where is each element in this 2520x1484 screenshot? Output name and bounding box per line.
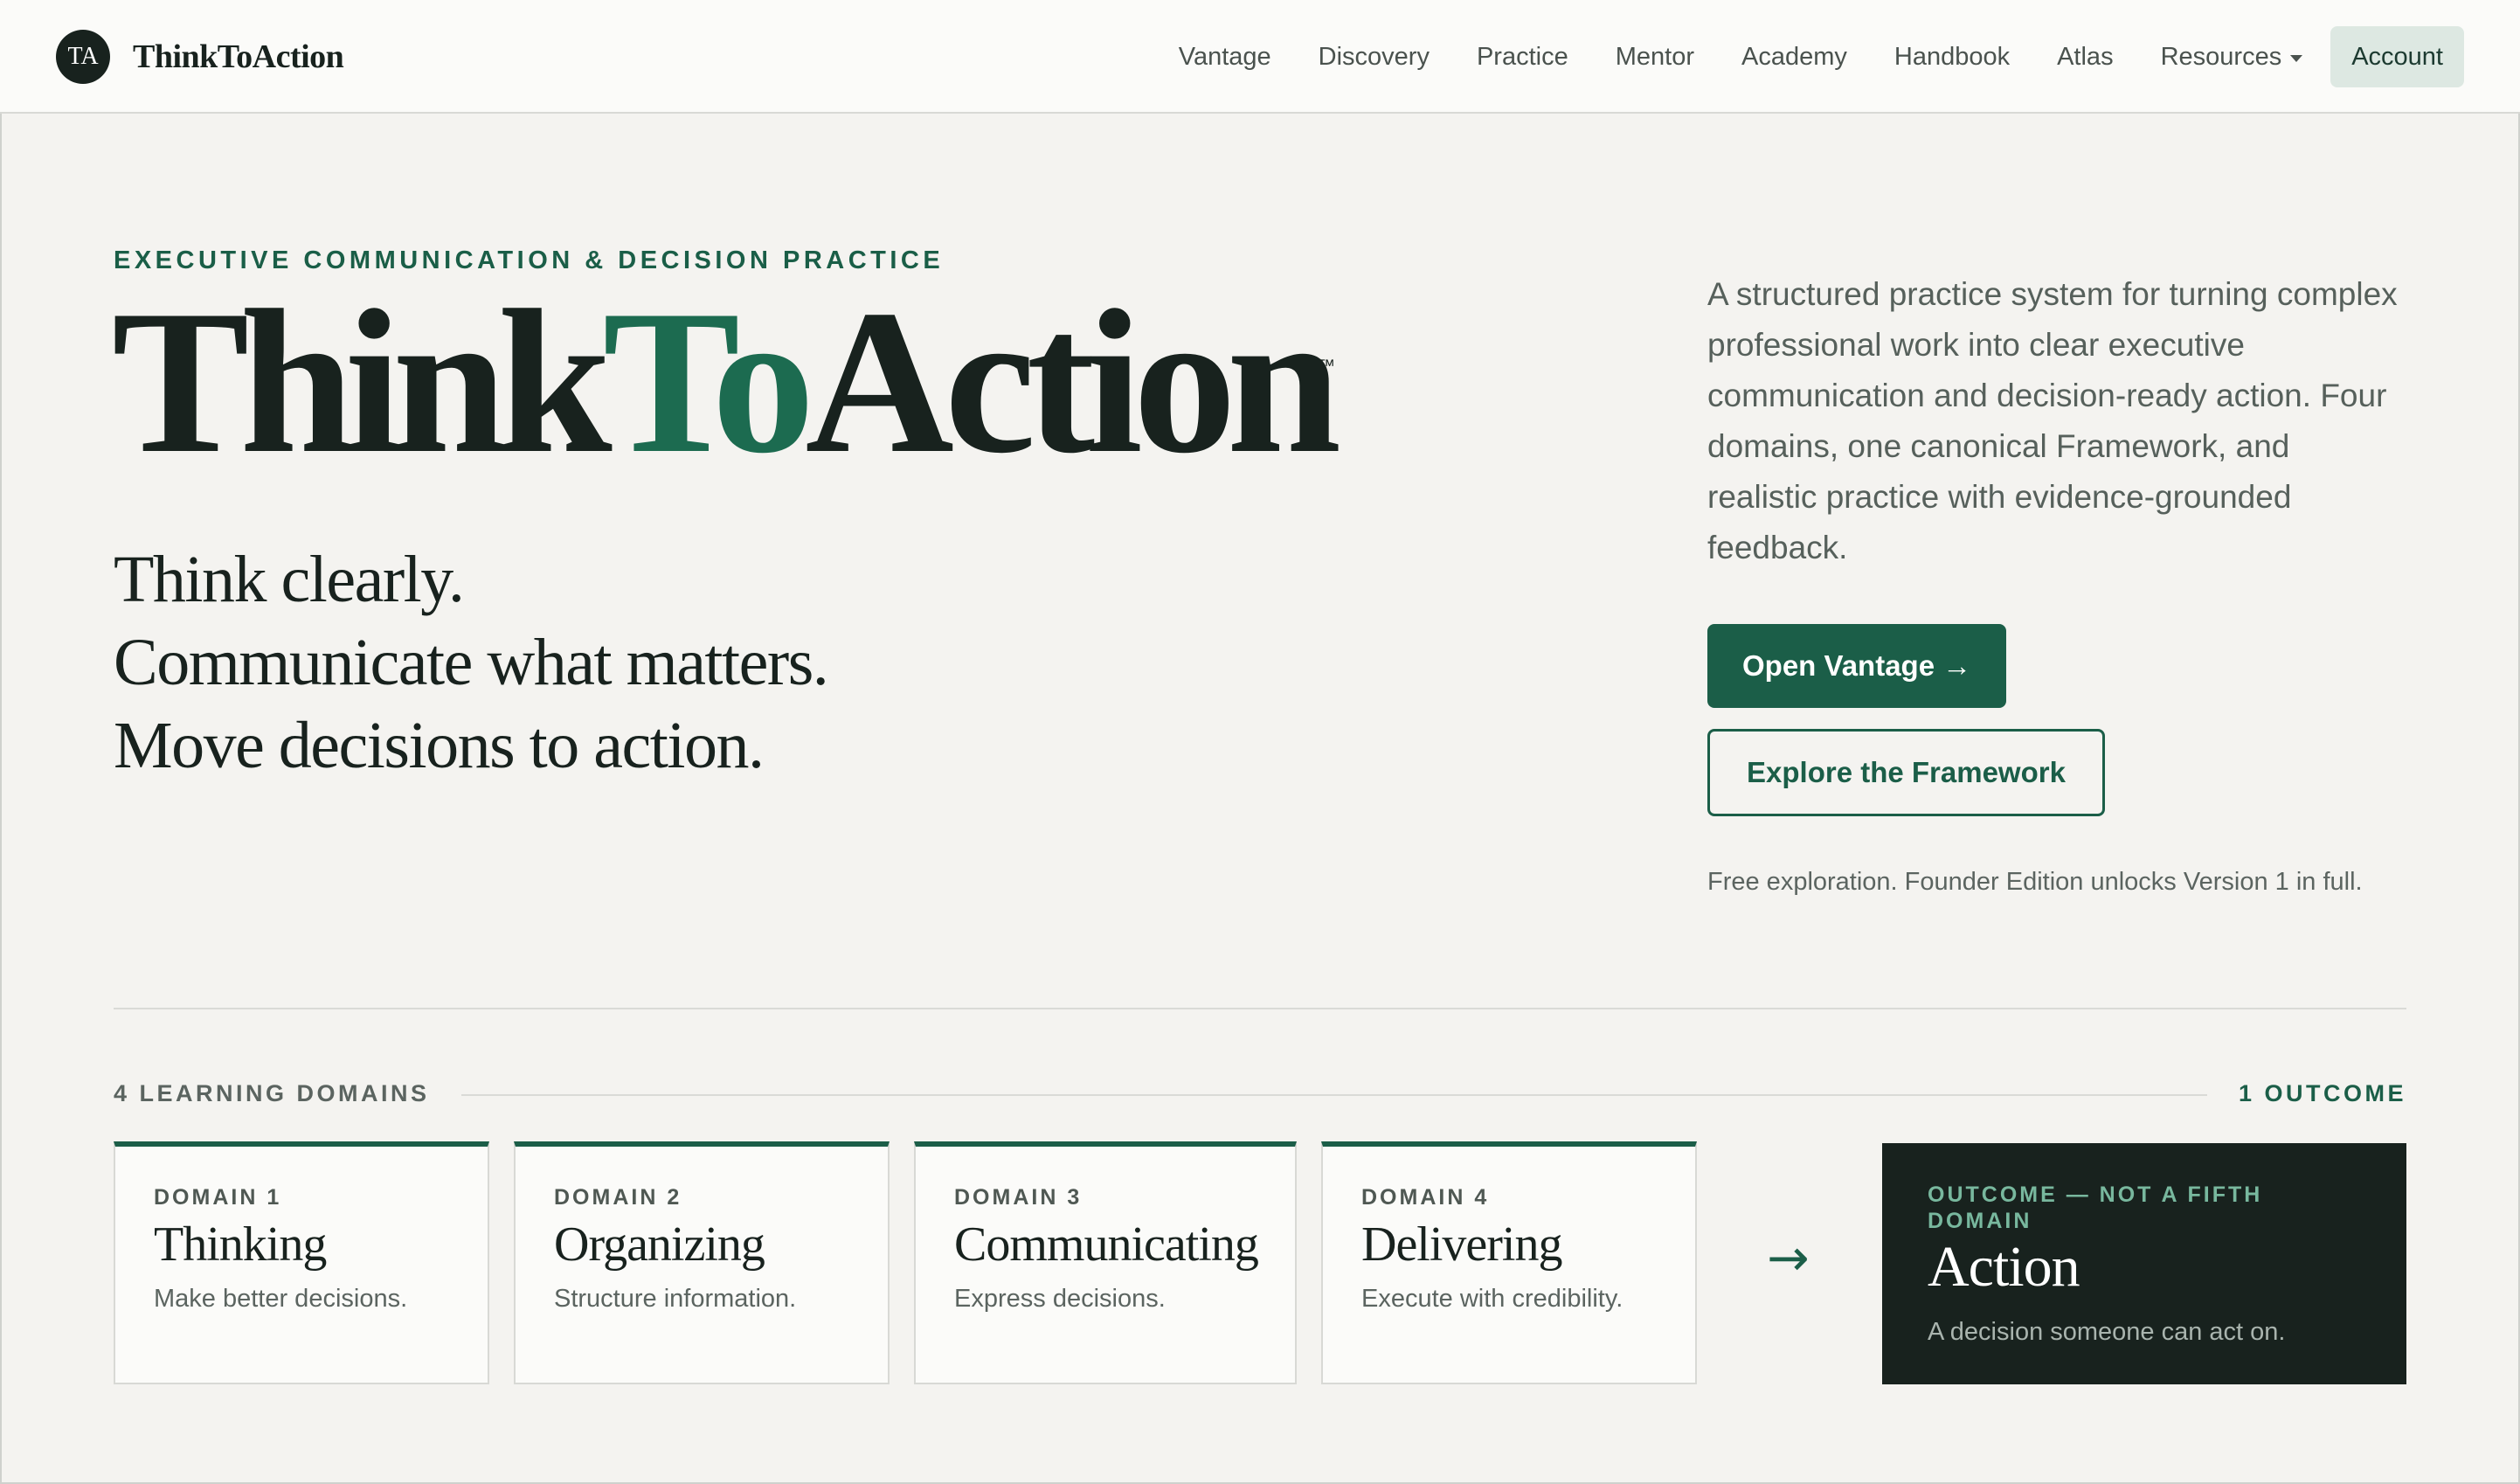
nav-link-practice[interactable]: Practice xyxy=(1477,43,1568,72)
domains-rule xyxy=(461,1094,2207,1096)
nav-link-academy[interactable]: Academy xyxy=(1741,43,1847,72)
wordmark-action: Action xyxy=(805,268,1341,496)
tagline-line-1: Think clearly. xyxy=(114,543,465,616)
hero-tagline: Think clearly. Communicate what matters.… xyxy=(114,538,829,787)
domain-card-desc: Structure information. xyxy=(554,1285,797,1313)
section-divider xyxy=(114,1008,2406,1009)
domain-card-eyebrow: DOMAIN 4 xyxy=(1361,1185,1490,1210)
nav-link-discovery[interactable]: Discovery xyxy=(1319,43,1430,72)
chevron-down-icon xyxy=(2290,55,2303,62)
explore-framework-button[interactable]: Explore the Framework xyxy=(1707,729,2105,816)
tagline-line-3: Move decisions to action. xyxy=(114,709,765,782)
nav-link-vantage[interactable]: Vantage xyxy=(1179,43,1271,72)
domain-card-thinking[interactable]: DOMAIN 1 Thinking Make better decisions. xyxy=(114,1141,489,1384)
domain-card-desc: Make better decisions. xyxy=(154,1285,408,1313)
wordmark-think: Think xyxy=(112,268,613,496)
domain-card-eyebrow: DOMAIN 1 xyxy=(154,1185,282,1210)
nav-dropdown-resources[interactable]: Resources xyxy=(2161,43,2303,72)
account-button[interactable]: Account xyxy=(2330,26,2464,87)
outcome-card-desc: A decision someone can act on. xyxy=(1928,1318,2286,1346)
outcome-card-title: Action xyxy=(1928,1235,2080,1299)
wordmark-to: To xyxy=(602,268,815,496)
nav-link-handbook[interactable]: Handbook xyxy=(1894,43,2010,72)
brand-logo[interactable]: TA ThinkToAction xyxy=(56,30,344,84)
resources-label: Resources xyxy=(2160,42,2282,71)
top-navigation: TA ThinkToAction Vantage Discovery Pract… xyxy=(0,0,2520,114)
domain-card-eyebrow: DOMAIN 3 xyxy=(954,1185,1083,1210)
brand-monogram: TA xyxy=(56,30,110,84)
open-vantage-button[interactable]: Open Vantage → xyxy=(1707,624,2007,708)
domain-card-title: Thinking xyxy=(154,1217,327,1272)
trademark-symbol: ™ xyxy=(1318,357,1335,376)
domain-card-delivering[interactable]: DOMAIN 4 Delivering Execute with credibi… xyxy=(1321,1141,1697,1384)
domains-label: 4 LEARNING DOMAINS xyxy=(114,1080,430,1106)
nav-link-atlas[interactable]: Atlas xyxy=(2057,43,2113,72)
domain-card-title: Organizing xyxy=(554,1217,765,1272)
nav-link-mentor[interactable]: Mentor xyxy=(1616,43,1694,72)
brand-name: ThinkToAction xyxy=(133,38,344,75)
domain-card-desc: Execute with credibility. xyxy=(1361,1285,1623,1313)
nav-links: Vantage Discovery Practice Mentor Academ… xyxy=(1179,26,2464,87)
domain-card-organizing[interactable]: DOMAIN 2 Organizing Structure informatio… xyxy=(514,1141,890,1384)
hero-fine-print: Free exploration. Founder Edition unlock… xyxy=(1707,868,2363,896)
outcome-card-eyebrow: OUTCOME — NOT A FIFTH DOMAIN xyxy=(1928,1182,2263,1233)
hero-wordmark: ThinkToAction xyxy=(112,280,1341,486)
domain-card-eyebrow: DOMAIN 2 xyxy=(554,1185,682,1210)
domain-card-title: Communicating xyxy=(954,1217,1259,1272)
arrow-right-icon: → xyxy=(1767,1228,1810,1287)
domain-card-title: Delivering xyxy=(1361,1217,1562,1272)
outcome-card-action[interactable]: OUTCOME — NOT A FIFTH DOMAIN Action A de… xyxy=(1882,1143,2406,1384)
hero-intro: A structured practice system for turning… xyxy=(1707,276,2398,565)
domain-card-desc: Express decisions. xyxy=(954,1285,1166,1313)
domain-card-communicating[interactable]: DOMAIN 3 Communicating Express decisions… xyxy=(914,1141,1297,1384)
tagline-line-2: Communicate what matters. xyxy=(114,626,829,699)
outcome-label: 1 OUTCOME xyxy=(2238,1080,2406,1106)
